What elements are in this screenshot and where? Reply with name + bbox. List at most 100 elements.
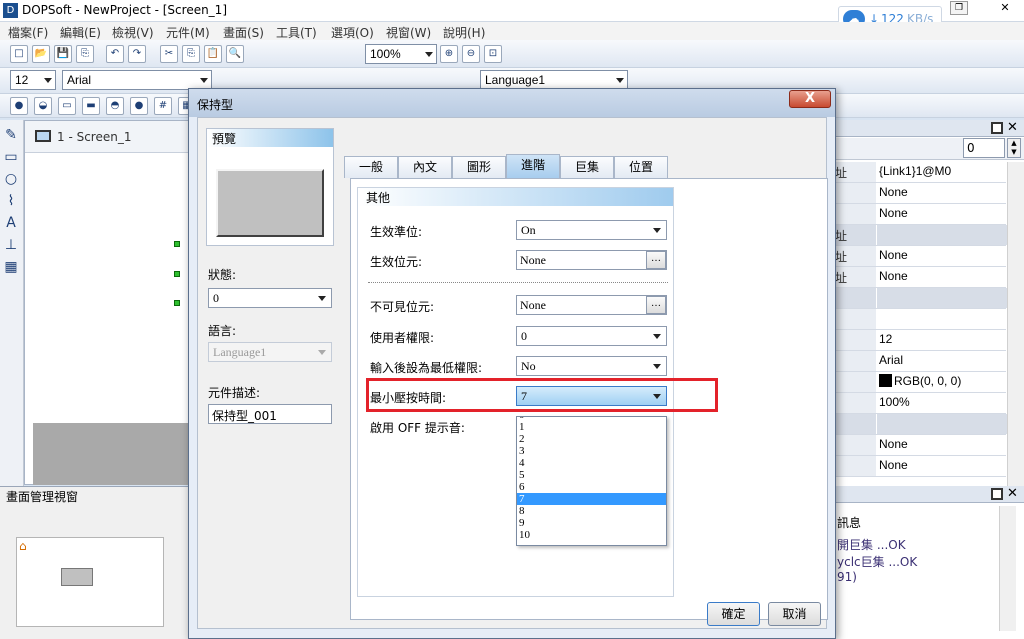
circle-icon[interactable]: ○: [2, 170, 20, 188]
dropdown-option[interactable]: 5: [517, 469, 666, 481]
ok-button[interactable]: 確定: [707, 602, 760, 626]
panel-restore-icon[interactable]: [991, 122, 1003, 134]
object-tool-icon[interactable]: ◓: [106, 97, 124, 115]
property-row[interactable]: 址 None: [831, 267, 1006, 288]
save-icon[interactable]: 💾: [54, 45, 72, 63]
close-window-icon[interactable]: ✕: [990, 1, 1020, 15]
tab-graphics[interactable]: 圖形: [452, 156, 506, 178]
dropdown-option[interactable]: 2: [517, 433, 666, 445]
object-tool-icon[interactable]: ▬: [82, 97, 100, 115]
property-row[interactable]: 12: [831, 330, 1006, 351]
object-tool-icon[interactable]: #: [154, 97, 172, 115]
dropdown-option[interactable]: 3: [517, 445, 666, 457]
zoom-out-icon[interactable]: ⊖: [462, 45, 480, 63]
menu-item[interactable]: 視窗(W): [386, 24, 431, 41]
rect-icon[interactable]: ▭: [2, 148, 20, 166]
property-row[interactable]: 址: [831, 225, 1007, 246]
dialog-close-button[interactable]: X: [789, 90, 831, 108]
effective-bit-input[interactable]: None…: [516, 250, 667, 270]
save-as-icon[interactable]: ⎘: [76, 45, 94, 63]
cancel-button[interactable]: 取消: [768, 602, 821, 626]
menu-item[interactable]: 元件(M): [166, 24, 210, 41]
zoom-fit-icon[interactable]: ⊡: [484, 45, 502, 63]
language-select[interactable]: Language1: [480, 70, 628, 90]
open-icon[interactable]: 📂: [32, 45, 50, 63]
menu-item[interactable]: 檢視(V): [112, 24, 154, 41]
text-icon[interactable]: A: [2, 214, 20, 232]
restore-icon[interactable]: ❐: [950, 1, 968, 15]
dropdown-option[interactable]: 6: [517, 481, 666, 493]
menu-item[interactable]: 選項(O): [331, 24, 374, 41]
property-row[interactable]: None: [831, 183, 1006, 204]
table-icon[interactable]: ▦: [2, 258, 20, 276]
browse-button[interactable]: …: [646, 251, 666, 269]
object-tool-icon[interactable]: ◒: [34, 97, 52, 115]
font-size-select[interactable]: 12: [10, 70, 56, 90]
object-tool-icon[interactable]: ●: [130, 97, 148, 115]
new-icon[interactable]: □: [10, 45, 28, 63]
output-scrollbar[interactable]: [999, 506, 1016, 631]
property-row[interactable]: 址 None: [831, 246, 1006, 267]
property-row[interactable]: RGB(0, 0, 0): [831, 372, 1006, 393]
menu-item[interactable]: 檔案(F): [8, 24, 48, 41]
dialog-title-bar[interactable]: 保持型: [189, 89, 835, 117]
state-select[interactable]: 0: [208, 288, 332, 308]
dropdown-option-selected[interactable]: 7: [517, 493, 666, 505]
property-row[interactable]: 址 {Link1}1@M0: [831, 162, 1006, 183]
menu-item[interactable]: 畫面(S): [223, 24, 264, 41]
copy-icon[interactable]: ⎘: [182, 45, 200, 63]
font-name-select[interactable]: Arial: [62, 70, 212, 90]
browse-button[interactable]: …: [646, 296, 666, 314]
dropdown-option[interactable]: 1: [517, 421, 666, 433]
description-input[interactable]: 保持型_001: [208, 404, 332, 424]
screen-thumbnail[interactable]: ⌂: [16, 537, 164, 627]
tab-general[interactable]: 一般: [344, 156, 398, 178]
selection-handle[interactable]: [174, 241, 180, 247]
min-privilege-select[interactable]: No: [516, 356, 667, 376]
tab-text[interactable]: 內文: [398, 156, 452, 178]
pointer-icon[interactable]: ✎: [2, 126, 20, 144]
property-spinner[interactable]: 0: [963, 138, 1005, 158]
find-icon[interactable]: 🔍: [226, 45, 244, 63]
property-row[interactable]: None: [831, 435, 1006, 456]
menu-item[interactable]: 編輯(E): [60, 24, 101, 41]
selection-handle[interactable]: [174, 300, 180, 306]
object-tool-icon[interactable]: ▭: [58, 97, 76, 115]
invisible-bit-input[interactable]: None…: [516, 295, 667, 315]
effective-level-select[interactable]: On: [516, 220, 667, 240]
panel-close-icon[interactable]: ✕: [1007, 120, 1018, 135]
property-row[interactable]: [831, 288, 1007, 309]
min-press-time-dropdown[interactable]: 0 1 2 3 4 5 6 7 8 9 10: [516, 416, 667, 546]
zoom-select[interactable]: 100%: [365, 44, 437, 64]
tab-advanced[interactable]: 進階: [506, 154, 560, 178]
menu-item[interactable]: 工具(T): [276, 24, 317, 41]
property-row[interactable]: None: [831, 204, 1006, 225]
property-scrollbar[interactable]: [1007, 162, 1024, 486]
property-row[interactable]: None: [831, 456, 1006, 477]
dropdown-option[interactable]: 10: [517, 529, 666, 541]
property-row[interactable]: 100%: [831, 393, 1006, 414]
tab-position[interactable]: 位置: [614, 156, 668, 178]
redo-icon[interactable]: ↷: [128, 45, 146, 63]
property-row[interactable]: [831, 414, 1007, 435]
scale-icon[interactable]: ⊥: [2, 236, 20, 254]
spinner-arrows-icon[interactable]: ▲ ▼: [1007, 138, 1021, 158]
output-restore-icon[interactable]: [991, 488, 1003, 500]
polyline-icon[interactable]: ⌇: [2, 192, 20, 210]
property-row[interactable]: [831, 309, 1006, 330]
zoom-in-icon[interactable]: ⊕: [440, 45, 458, 63]
user-privilege-select[interactable]: 0: [516, 326, 667, 346]
chevron-down-icon: [200, 78, 208, 83]
dropdown-option[interactable]: 4: [517, 457, 666, 469]
dropdown-option[interactable]: 8: [517, 505, 666, 517]
paste-icon[interactable]: 📋: [204, 45, 222, 63]
cut-icon[interactable]: ✂: [160, 45, 178, 63]
selection-handle[interactable]: [174, 271, 180, 277]
dropdown-option[interactable]: 9: [517, 517, 666, 529]
property-row[interactable]: Arial: [831, 351, 1006, 372]
output-close-icon[interactable]: ✕: [1007, 486, 1018, 501]
tab-macro[interactable]: 巨集: [560, 156, 614, 178]
object-tool-icon[interactable]: ●: [10, 97, 28, 115]
menu-item[interactable]: 說明(H): [443, 24, 485, 41]
undo-icon[interactable]: ↶: [106, 45, 124, 63]
